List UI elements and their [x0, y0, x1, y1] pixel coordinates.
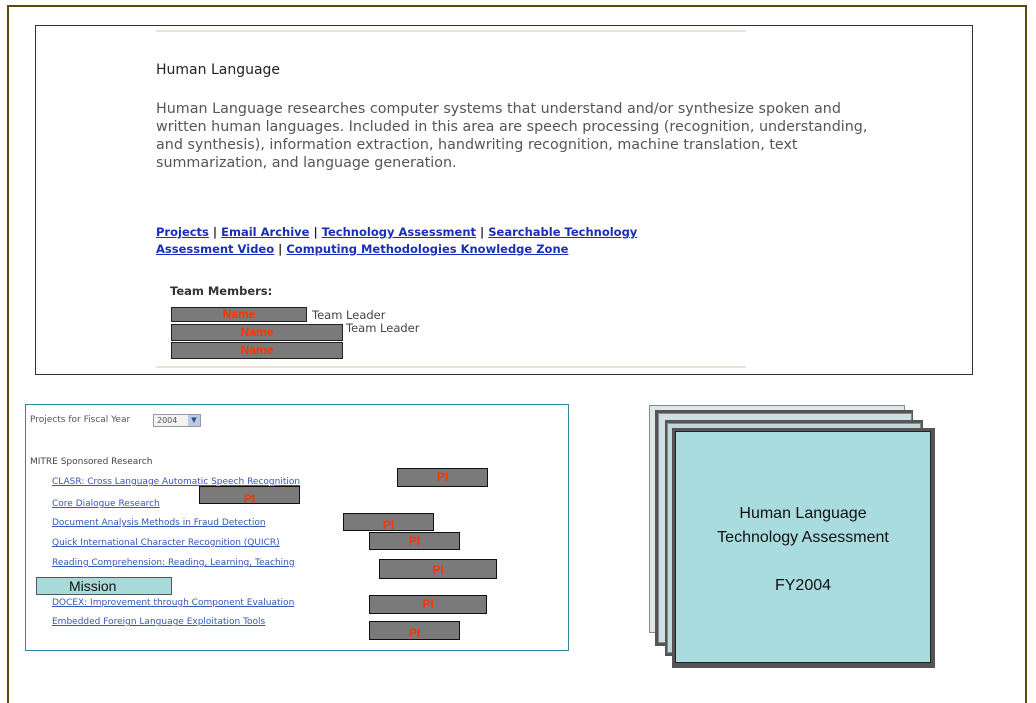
searchable-technology-link[interactable]: Searchable Technology — [488, 225, 637, 239]
pi-box: PI — [343, 513, 434, 532]
technology-assessment-link[interactable]: Technology Assessment — [322, 225, 476, 239]
fiscal-year-value: 2004 — [157, 416, 178, 425]
bottom-divider — [156, 366, 746, 368]
pi-box: PI — [369, 621, 460, 640]
top-divider — [156, 30, 746, 32]
pi-box: PI — [199, 486, 300, 506]
chevron-down-icon: ▼ — [188, 415, 200, 426]
project-link[interactable]: DOCEX: Improvement through Component Eva… — [52, 598, 294, 608]
link-separator: | — [278, 242, 283, 256]
member-name: Name — [171, 342, 343, 359]
member-role: Team Leader — [312, 308, 386, 322]
links-bar: Projects | Email Archive | Technology As… — [156, 224, 856, 258]
mission-label: Mission — [36, 577, 172, 595]
sponsor-heading: MITRE Sponsored Research — [30, 457, 153, 467]
assessment-card: Human Language Technology Assessment FY2… — [675, 431, 931, 663]
card-title-line2: Technology Assessment — [717, 529, 889, 546]
projects-panel: Projects for Fiscal Year 2004 ▼ MITRE Sp… — [25, 404, 569, 651]
assessment-video-link[interactable]: Assessment Video — [156, 242, 274, 256]
description-text: Human Language researches computer syste… — [156, 101, 868, 171]
project-link[interactable]: Core Dialogue Research — [52, 499, 160, 509]
fiscal-year-label: Projects for Fiscal Year — [30, 415, 131, 425]
member-name: Name — [171, 307, 307, 322]
projects-link[interactable]: Projects — [156, 225, 209, 239]
card-year: FY2004 — [774, 577, 832, 594]
team-members-heading: Team Members: — [170, 284, 273, 298]
pi-box: PI — [379, 559, 497, 579]
pi-box: PI — [369, 595, 487, 614]
member-name: Name — [171, 324, 343, 341]
member-role: Team Leader — [346, 321, 420, 335]
pi-box: PI — [369, 532, 460, 550]
human-language-panel: Human Language Human Language researches… — [35, 25, 973, 375]
page-title: Human Language — [156, 62, 281, 78]
fiscal-year-select[interactable]: 2004 ▼ — [153, 414, 201, 427]
card-title-line1: Human Language — [739, 505, 867, 522]
email-archive-link[interactable]: Email Archive — [221, 225, 309, 239]
project-link[interactable]: Embedded Foreign Language Exploitation T… — [52, 617, 265, 627]
knowledge-zone-link[interactable]: Computing Methodologies Knowledge Zone — [286, 242, 568, 256]
link-separator: | — [313, 225, 318, 239]
project-link[interactable]: Quick International Character Recognitio… — [52, 538, 280, 548]
project-link[interactable]: Reading Comprehension: Reading, Learning… — [52, 558, 295, 568]
pi-box: PI — [397, 468, 488, 487]
link-separator: | — [212, 225, 218, 239]
link-separator: | — [480, 225, 485, 239]
project-link[interactable]: Document Analysis Methods in Fraud Detec… — [52, 518, 266, 528]
